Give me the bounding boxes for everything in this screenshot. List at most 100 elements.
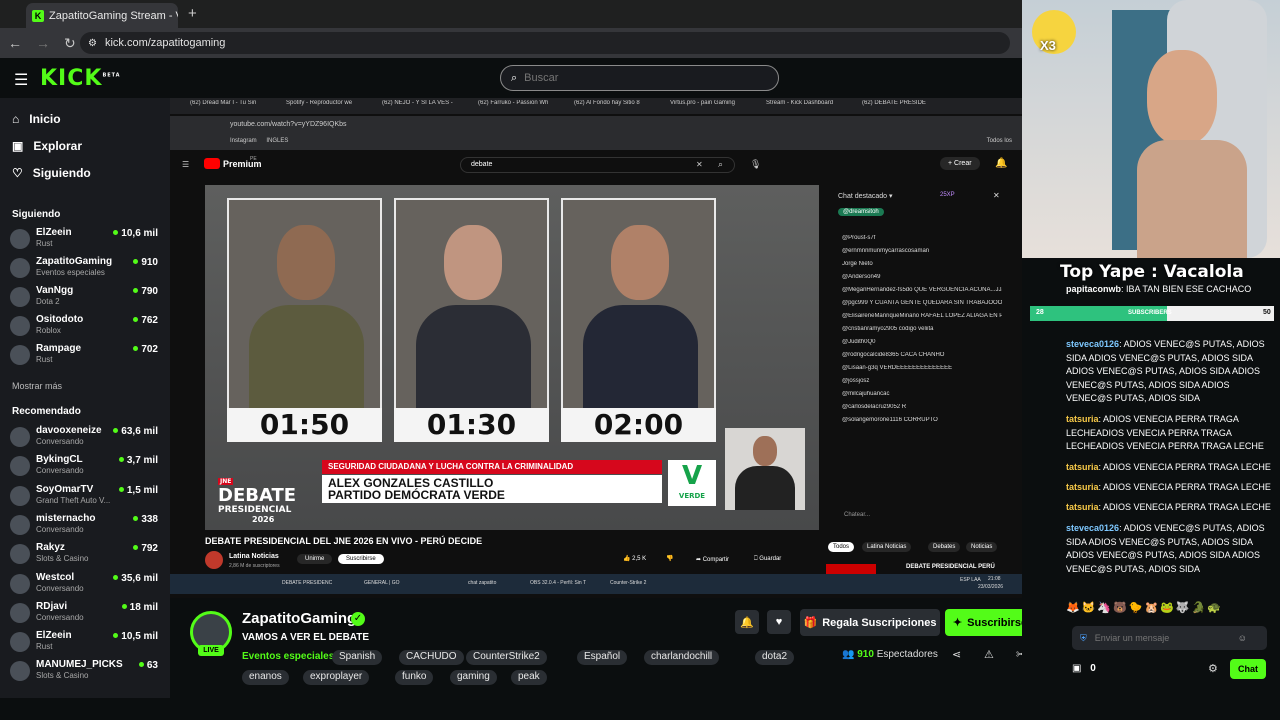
captured-tab: (62) Farruko - Passion Wh (478, 100, 549, 106)
candidate-timer-1: 01:50 (227, 408, 382, 442)
sidebar-channel[interactable]: MANUMEJ_PICKS Slots & Casino 63 (10, 659, 162, 687)
channel-avatar-icon (10, 316, 30, 336)
chat-username[interactable]: steveca0126 (1066, 339, 1119, 349)
stream-tag[interactable]: dota2 (755, 650, 795, 665)
sidebar-channel[interactable]: ElZeein Rust 10,5 mil (10, 630, 162, 658)
stream-tag[interactable]: Spanish (332, 650, 383, 665)
chat-username[interactable]: papitaconwb (1066, 284, 1121, 294)
taskbar-item: OBS 32.0.4 - Perfil: Sin T (530, 580, 587, 586)
nav-inicio[interactable]: ⌂ Inicio (12, 112, 61, 126)
chat-text: ADIOS VENECIA PERRA TRAGA LECHE (1103, 502, 1271, 512)
sidebar-channel[interactable]: SoyOmarTV Grand Theft Auto V... 1,5 mil (10, 484, 162, 512)
channel-viewers: 35,6 mil (113, 573, 158, 584)
yt-chat-input: Chatear... (844, 512, 871, 518)
sidebar-channel[interactable]: Rampage Rust 702 (10, 343, 162, 371)
site-info-icon[interactable]: ⚙ (88, 38, 97, 49)
stream-category[interactable]: Eventos especiales (242, 651, 334, 662)
chat-username[interactable]: tatsuria (1066, 482, 1099, 492)
tray-time: 21:08 (988, 576, 1001, 582)
sidebar-channel[interactable]: ElZeein Rust 10,6 mil (10, 227, 162, 255)
nav-explorar[interactable]: ▣ Explorar (12, 139, 82, 153)
nav-siguiendo[interactable]: ♡ Siguiendo (12, 166, 91, 180)
share-icon[interactable]: ⋖ (952, 648, 961, 661)
channel-avatar-icon (10, 514, 30, 535)
stream-tag[interactable]: CACHUDO (399, 650, 464, 665)
menu-icon[interactable]: ☰ (14, 70, 28, 90)
chat-send-button[interactable]: Chat (1230, 659, 1266, 679)
channel-avatar-icon (10, 544, 30, 565)
candidate-party: PARTIDO DEMÓCRATA VERDE (328, 488, 505, 502)
yt-chat-line: @Anderson49 (842, 274, 881, 280)
stream-tag[interactable]: enanos (242, 670, 289, 685)
stream-tag[interactable]: Español (577, 650, 628, 665)
chat-username[interactable]: tatsuria (1066, 502, 1099, 512)
channel-name[interactable]: ZapatitoGaming (242, 610, 356, 627)
channel-viewers: 1,5 mil (119, 485, 158, 496)
explore-icon: ▣ (12, 139, 24, 153)
chat-username[interactable]: tatsuria (1066, 462, 1099, 472)
yt-chat-line: Jorge Nieto (842, 261, 873, 267)
chat-username[interactable]: steveca0126 (1066, 523, 1119, 533)
chat-message: steveca0126: ADIOS VENEC@S PUTAS, ADIOS … (1066, 339, 1265, 403)
channel-name: ElZeein (36, 227, 72, 238)
channel-viewers: 910 (133, 257, 158, 268)
sidebar-channel[interactable]: BykingCL Conversando 3,7 mil (10, 454, 162, 482)
sidebar-channel[interactable]: Westcol Conversando 35,6 mil (10, 572, 162, 600)
kick-logo[interactable]: KICKBETA (40, 66, 121, 91)
sidebar-channel[interactable]: Ositodoto Roblox 762 (10, 314, 162, 342)
reload-icon[interactable]: ↻ (64, 35, 76, 52)
following-heading: Siguiendo (12, 209, 61, 220)
captured-url-bar: youtube.com/watch?v=yYDZ96IQKbs (170, 116, 1022, 136)
yt-search-box: debate (460, 157, 735, 173)
back-icon[interactable]: ← (8, 35, 22, 51)
bookmark-instagram: Instagram (230, 138, 257, 144)
stream-tag[interactable]: charlandochill (644, 650, 720, 665)
chat-input-box[interactable]: ⛨ ☺ (1072, 626, 1267, 650)
sidebar-channel[interactable]: ZapatitoGaming Eventos especiales 910 (10, 256, 162, 284)
channel-avatar-icon (10, 345, 30, 365)
stream-tag[interactable]: exproplayer (303, 670, 370, 685)
debate-logo: JNE DEBATE PRESIDENCIAL 2026 (218, 468, 318, 524)
logo-beta: BETA (102, 72, 121, 79)
channel-avatar-icon (10, 602, 30, 623)
stream-tag[interactable]: peak (511, 670, 547, 685)
sub-goal-current: 28 (1036, 309, 1044, 316)
points-display[interactable]: ▣ 0 (1072, 663, 1096, 674)
sidebar-channel[interactable]: VanNgg Dota 2 790 (10, 285, 162, 313)
chat-settings-icon[interactable]: ⚙ (1208, 662, 1218, 675)
sidebar-channel[interactable]: RDjavi Conversando 18 mil (10, 601, 162, 629)
channel-category: Rust (36, 239, 53, 248)
yt-clear-icon: ✕ (696, 160, 703, 169)
yt-chat-xp: 25XP (940, 192, 955, 198)
stream-tag[interactable]: CounterStrike2 (466, 650, 547, 665)
notifications-button[interactable]: 🔔 (735, 610, 759, 634)
gift-subs-label: Regala Suscripciones (822, 616, 937, 629)
stream-title: VAMOS A VER EL DEBATE (242, 632, 370, 643)
gift-subs-button[interactable]: 🎁 Regala Suscripciones (800, 609, 940, 636)
show-more-link[interactable]: Mostrar más (12, 381, 62, 391)
stream-tag[interactable]: gaming (450, 670, 497, 685)
candidate-timer-2: 01:30 (394, 408, 549, 442)
stream-tag[interactable]: funko (395, 670, 434, 685)
browser-tab-active[interactable]: K ZapatitoGaming Stream - V 🔊 ✕ (26, 3, 178, 28)
report-icon[interactable]: ⚠ (984, 648, 994, 661)
address-bar[interactable]: ⚙ kick.com/zapatitogaming (80, 32, 1010, 54)
follow-button[interactable]: ♥ (767, 610, 791, 634)
yt-channel-avatar (205, 551, 223, 569)
emoji-icon[interactable]: ☺ (1238, 633, 1247, 643)
forward-icon[interactable]: → (36, 35, 50, 51)
search-input[interactable] (524, 72, 745, 84)
channel-name: Westcol (36, 571, 75, 583)
sidebar-channel[interactable]: misternacho Conversando 338 (10, 513, 162, 541)
sidebar-channel[interactable]: davooxeneize Conversando 63,6 mil (10, 425, 162, 453)
channel-category: Conversando (36, 524, 84, 534)
chat-username[interactable]: tatsuria (1066, 414, 1099, 424)
emote-bar[interactable]: 🦊🐱🦄🐻🐤🐹🐸🐺🐊🐢 (1066, 601, 1271, 619)
viewer-count: 👥 910 Espectadores (842, 649, 938, 660)
search-bar[interactable]: ⌕ (500, 65, 779, 91)
new-tab-button[interactable]: + (188, 5, 197, 22)
sidebar-channel[interactable]: Rakyz Slots & Casino 792 (10, 542, 162, 570)
chat-input[interactable] (1094, 633, 1230, 643)
channel-viewers: 702 (133, 344, 158, 355)
taskbar-item: Counter-Strike 2 (610, 580, 647, 586)
